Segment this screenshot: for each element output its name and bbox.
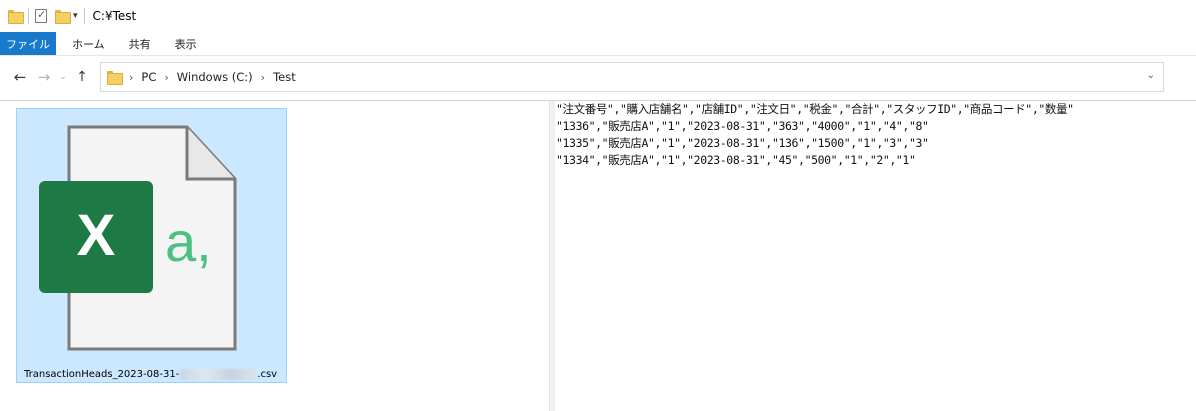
csv-data-row: "1334","販売店A","1","2023-08-31","45","500…: [556, 153, 916, 167]
breadcrumb-drive[interactable]: Windows (C:): [177, 70, 253, 84]
window-title: C:¥Test: [92, 9, 137, 23]
forward-arrow-icon[interactable]: →: [32, 68, 56, 86]
new-folder-icon[interactable]: [55, 10, 71, 24]
properties-icon[interactable]: [35, 8, 47, 23]
csv-comma-glyph: a,: [165, 210, 212, 273]
breadcrumb-test[interactable]: Test: [273, 70, 296, 84]
preview-pane: "注文番号","購入店舗名","店舗ID","注文日","税金","合計","ス…: [556, 101, 1196, 411]
csv-data-row: "1335","販売店A","1","2023-08-31","136","15…: [556, 136, 929, 150]
file-name-label: TransactionHeads_2023-08-31- .csv: [24, 369, 277, 380]
toolbar-divider: [28, 8, 29, 24]
breadcrumb-chevron-icon[interactable]: ›: [129, 71, 133, 84]
pane-splitter[interactable]: [549, 101, 555, 411]
tab-view[interactable]: 表示: [163, 32, 209, 55]
csv-header-row: "注文番号","購入店舗名","店舗ID","注文日","税金","合計","ス…: [556, 102, 1074, 116]
redacted-text: [180, 369, 257, 380]
ribbon-tabs: ファイル ホーム 共有 表示: [0, 32, 1196, 56]
customize-toolbar-icon[interactable]: ▾: [73, 11, 78, 21]
address-dropdown-icon[interactable]: ⌄: [1147, 70, 1155, 81]
tab-file[interactable]: ファイル: [0, 32, 56, 55]
csv-data-row: "1336","販売店A","1","2023-08-31","363","40…: [556, 119, 929, 133]
file-name-prefix: TransactionHeads_2023-08-31-: [24, 369, 180, 380]
recent-locations-chevron-icon[interactable]: ⌄: [56, 72, 70, 82]
file-name-suffix: .csv: [257, 369, 278, 380]
quick-access-toolbar: ▾: [8, 8, 91, 24]
tab-share[interactable]: 共有: [117, 32, 163, 55]
address-bar[interactable]: › PC › Windows (C:) › Test ⌄: [100, 62, 1164, 92]
file-item-selected[interactable]: X a, TransactionHeads_2023-08-31- .csv: [16, 108, 287, 383]
breadcrumb-chevron-icon[interactable]: ›: [164, 71, 168, 84]
breadcrumb-pc[interactable]: PC: [141, 70, 156, 84]
back-arrow-icon[interactable]: ←: [8, 68, 32, 86]
excel-x-letter: X: [77, 203, 116, 268]
location-folder-icon: [107, 71, 123, 85]
toolbar-divider: [83, 8, 85, 24]
navigation-bar: ← → ⌄ ↑ › PC › Windows (C:) › Test ⌄: [0, 60, 1196, 94]
folder-icon[interactable]: [8, 10, 24, 24]
tab-home[interactable]: ホーム: [60, 32, 117, 55]
title-bar: ▾ C:¥Test: [0, 0, 1196, 32]
up-arrow-icon[interactable]: ↑: [70, 69, 94, 85]
csv-file-icon: X a,: [39, 125, 237, 351]
breadcrumb-chevron-icon[interactable]: ›: [261, 71, 265, 84]
